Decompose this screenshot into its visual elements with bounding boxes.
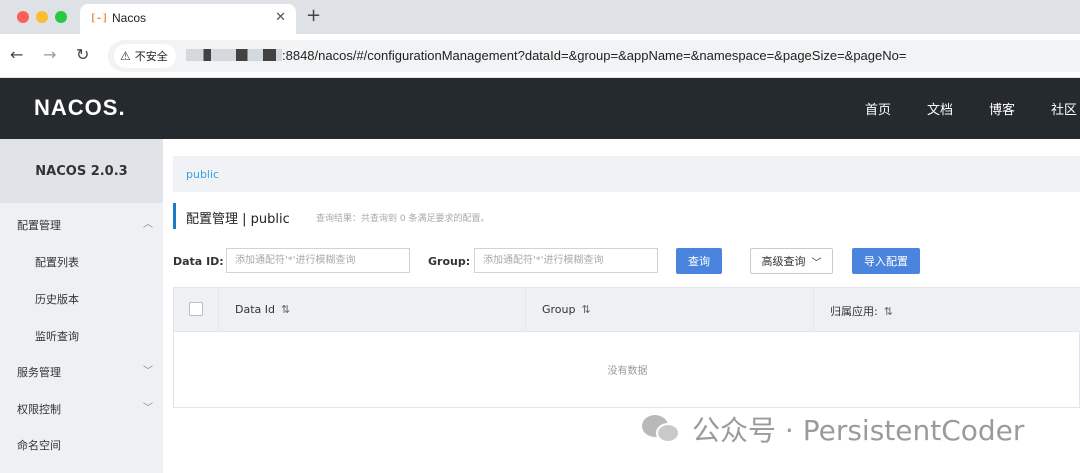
- page-title: 配置管理 | public: [186, 212, 290, 227]
- sidebar-item-label: 命名空间: [17, 439, 61, 452]
- sidebar-title: NACOS 2.0.3: [0, 139, 163, 203]
- nacos-logo[interactable]: NACOS.: [34, 95, 126, 121]
- window-minimize-button[interactable]: [36, 11, 48, 23]
- column-header-app[interactable]: 归属应用: ⇅: [814, 288, 1080, 332]
- advanced-query-button[interactable]: 高级查询 ﹀: [750, 248, 833, 274]
- namespace-breadcrumb: public: [173, 156, 1080, 192]
- address-bar[interactable]: ⚠ 不安全 :8848/nacos/#/configurationManagem…: [108, 40, 1080, 72]
- wechat-watermark: 公众号 · PersistentCoder: [642, 411, 1024, 447]
- window-close-button[interactable]: [17, 11, 29, 23]
- sidebar-item-access-control[interactable]: 权限控制 ﹀: [0, 389, 163, 426]
- security-label: 不安全: [134, 50, 168, 63]
- sidebar-item-label: 服务管理: [17, 366, 61, 379]
- sidebar-item-listener-query[interactable]: 监听查询: [0, 316, 163, 353]
- namespace-link-public[interactable]: public: [186, 168, 219, 181]
- window-zoom-button[interactable]: [55, 11, 67, 23]
- chevron-down-icon: ﹀: [143, 366, 153, 377]
- url-text[interactable]: :8848/nacos/#/configurationManagement?da…: [186, 48, 906, 63]
- forward-icon[interactable]: →: [43, 45, 56, 64]
- nacos-favicon-icon: [-]: [90, 13, 109, 24]
- tab-title: Nacos: [112, 11, 147, 25]
- query-button[interactable]: 查询: [676, 248, 722, 274]
- nav-docs[interactable]: 文档: [927, 99, 953, 118]
- sort-icon[interactable]: ⇅: [281, 303, 290, 316]
- nav-blog[interactable]: 博客: [989, 99, 1015, 118]
- dataid-label: Data ID:: [173, 255, 224, 268]
- sidebar-item-label: 监听查询: [35, 330, 79, 343]
- sidebar-item-history[interactable]: 历史版本: [0, 279, 163, 316]
- warning-icon: ⚠: [120, 49, 131, 63]
- new-tab-button[interactable]: +: [306, 5, 321, 26]
- column-label: Group: [542, 303, 576, 316]
- security-chip[interactable]: ⚠ 不安全: [114, 44, 176, 68]
- sort-icon[interactable]: ⇅: [884, 305, 893, 318]
- chevron-down-icon: ﹀: [143, 403, 153, 414]
- group-label: Group:: [428, 255, 471, 268]
- redacted-host: [186, 49, 282, 61]
- chevron-down-icon: ﹀: [811, 257, 822, 269]
- sidebar-item-label: 配置列表: [35, 256, 79, 269]
- column-label: 归属应用:: [830, 305, 878, 318]
- nav-home[interactable]: 首页: [865, 99, 891, 118]
- column-header-data-id[interactable]: Data Id ⇅: [219, 288, 526, 332]
- browser-tab[interactable]: [-] Nacos ✕: [80, 4, 296, 34]
- nav-community[interactable]: 社区: [1051, 99, 1077, 118]
- sidebar-item-label: 历史版本: [35, 293, 79, 306]
- sidebar-item-config-management[interactable]: 配置管理 ︿: [0, 205, 163, 242]
- browser-tabbar: [-] Nacos ✕ +: [0, 0, 1080, 34]
- column-header-group[interactable]: Group ⇅: [526, 288, 814, 332]
- sidebar: NACOS 2.0.3 配置管理 ︿ 配置列表 历史版本 监听查询 服务管理 ﹀…: [0, 139, 163, 473]
- select-all-cell: [174, 288, 219, 332]
- chevron-up-icon: ︿: [143, 219, 153, 230]
- sort-icon[interactable]: ⇅: [582, 303, 591, 316]
- sidebar-item-namespace[interactable]: 命名空间: [0, 425, 163, 462]
- config-table: Data Id ⇅ Group ⇅ 归属应用: ⇅ 没有数据: [173, 287, 1080, 408]
- group-input[interactable]: [474, 248, 658, 273]
- wechat-icon: [642, 415, 682, 443]
- page-title-bar: 配置管理 | public 查询结果：共查询到 0 条满足要求的配置。: [173, 203, 489, 229]
- tab-close-icon[interactable]: ✕: [275, 10, 286, 25]
- sidebar-item-config-list[interactable]: 配置列表: [0, 242, 163, 279]
- reload-icon[interactable]: ↻: [76, 45, 89, 64]
- table-header: Data Id ⇅ Group ⇅ 归属应用: ⇅: [174, 288, 1080, 332]
- app-header: NACOS. 首页 文档 博客 社区: [0, 78, 1080, 139]
- empty-state-text: 没有数据: [607, 366, 648, 377]
- watermark-text: 公众号 · PersistentCoder: [692, 414, 1025, 447]
- sidebar-item-service-management[interactable]: 服务管理 ﹀: [0, 352, 163, 389]
- advanced-query-label: 高级查询: [761, 255, 806, 268]
- browser-toolbar: ← → ↻ ⚠ 不安全 :8848/nacos/#/configurationM…: [0, 34, 1080, 78]
- dataid-input[interactable]: [226, 248, 410, 273]
- sidebar-item-label: 权限控制: [17, 403, 61, 416]
- import-config-button[interactable]: 导入配置: [852, 248, 920, 274]
- back-icon[interactable]: ←: [10, 45, 23, 64]
- logo-text: NACOS.: [34, 95, 126, 120]
- select-all-checkbox[interactable]: [189, 302, 203, 316]
- sidebar-item-label: 配置管理: [17, 219, 61, 232]
- url-visible: :8848/nacos/#/configurationManagement?da…: [282, 48, 907, 63]
- column-label: Data Id: [235, 303, 275, 316]
- query-summary: 查询结果：共查询到 0 条满足要求的配置。: [316, 214, 490, 224]
